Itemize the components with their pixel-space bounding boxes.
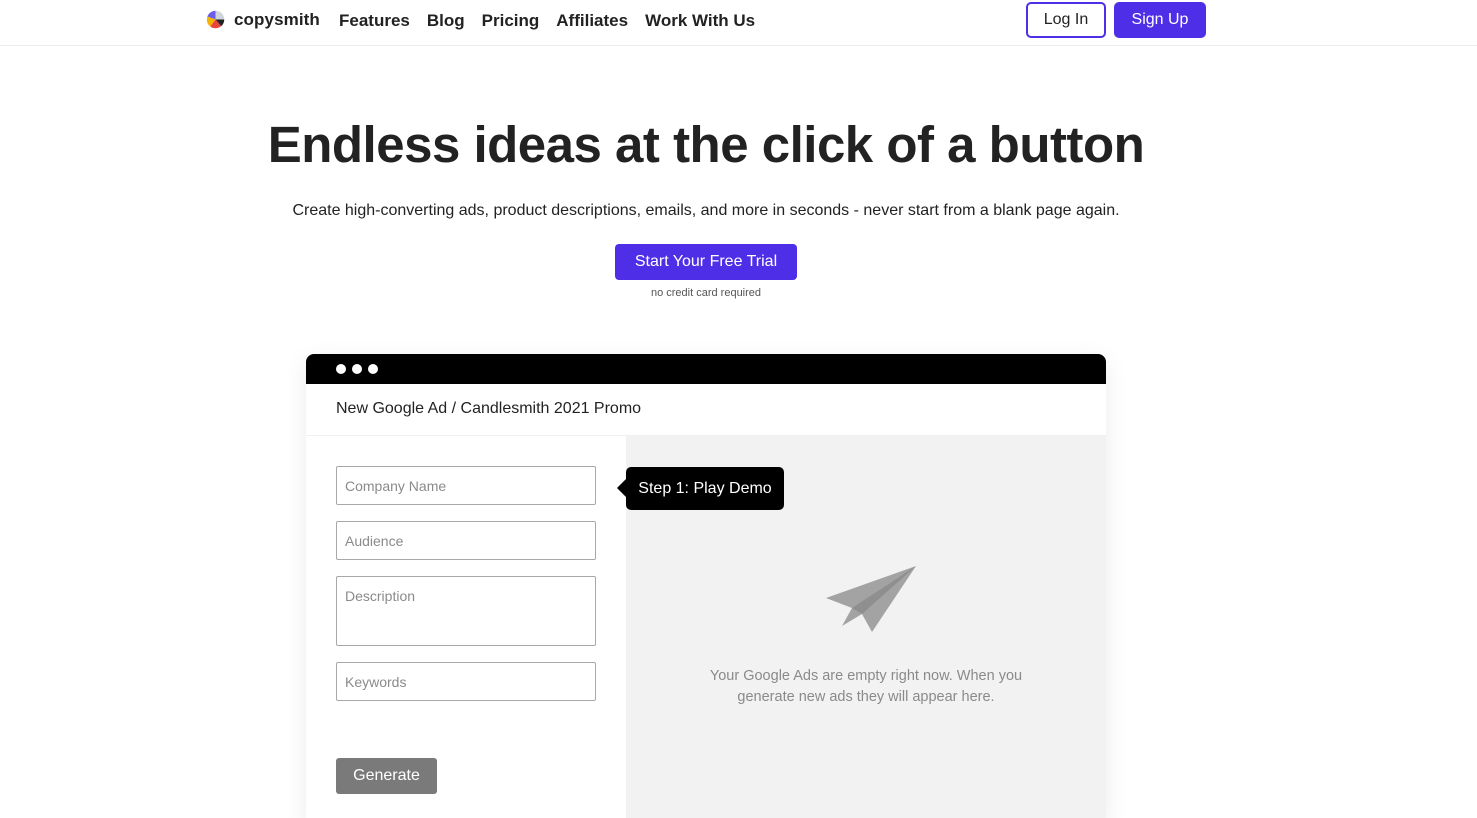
demo-breadcrumb-bar: New Google Ad / Candlesmith 2021 Promo bbox=[306, 384, 1106, 436]
demo-breadcrumb: New Google Ad / Candlesmith 2021 Promo bbox=[336, 400, 642, 417]
window-dot-icon bbox=[352, 364, 362, 374]
demo-form: Generate bbox=[306, 436, 626, 818]
demo-window: New Google Ad / Candlesmith 2021 Promo G… bbox=[306, 354, 1106, 818]
hero-title: Endless ideas at the click of a button bbox=[267, 116, 1145, 173]
paper-plane-icon bbox=[826, 566, 916, 632]
nav-link-affiliates[interactable]: Affiliates bbox=[556, 11, 628, 31]
generate-button[interactable]: Generate bbox=[336, 758, 437, 794]
brand-logo[interactable]: copysmith bbox=[205, 9, 320, 30]
window-dot-icon bbox=[368, 364, 378, 374]
window-dot-icon bbox=[336, 364, 346, 374]
start-free-trial-button[interactable]: Start Your Free Trial bbox=[615, 244, 797, 280]
nav-link-pricing[interactable]: Pricing bbox=[482, 11, 540, 31]
main-nav: Features Blog Pricing Affiliates Work Wi… bbox=[339, 11, 755, 31]
description-field[interactable] bbox=[336, 576, 596, 646]
play-demo-tooltip[interactable]: Step 1: Play Demo bbox=[617, 467, 784, 510]
nav-link-features[interactable]: Features bbox=[339, 11, 410, 31]
copysmith-logo-icon bbox=[206, 10, 225, 29]
audience-field[interactable] bbox=[336, 521, 596, 560]
demo-titlebar bbox=[306, 354, 1106, 384]
hero-subtitle: Create high-converting ads, product desc… bbox=[292, 202, 1120, 219]
company-name-field[interactable] bbox=[336, 466, 596, 505]
brand-name: copysmith bbox=[234, 9, 320, 29]
empty-ads-message: Your Google Ads are empty right now. Whe… bbox=[709, 668, 1023, 705]
keywords-field[interactable] bbox=[336, 662, 596, 701]
nav-link-work-with-us[interactable]: Work With Us bbox=[645, 11, 755, 31]
top-navbar: copysmith Features Blog Pricing Affiliat… bbox=[0, 0, 1477, 46]
trial-note: no credit card required bbox=[650, 287, 762, 299]
login-button[interactable]: Log In bbox=[1026, 2, 1106, 38]
signup-button[interactable]: Sign Up bbox=[1114, 2, 1206, 38]
nav-link-blog[interactable]: Blog bbox=[427, 11, 465, 31]
